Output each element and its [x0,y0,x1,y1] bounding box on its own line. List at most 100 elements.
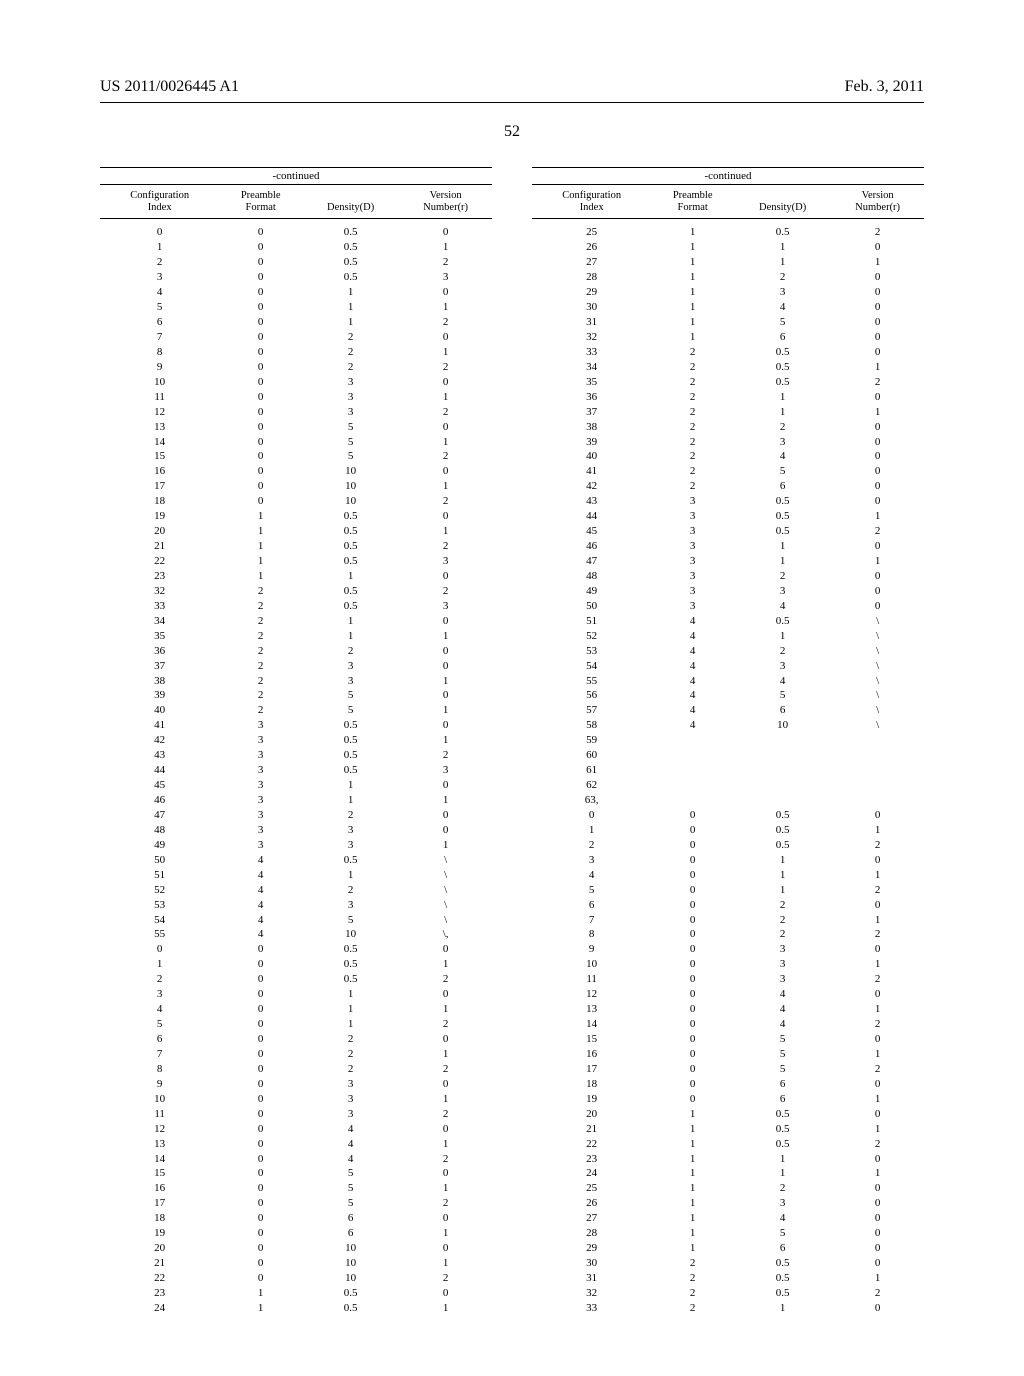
table-row: 48330 [100,823,492,838]
table-cell: 1 [651,241,734,256]
table-row: 23110 [532,1152,924,1167]
right-column: -continued ConfigurationIndex PreambleFo… [532,167,924,1316]
table-cell: 1 [734,405,831,420]
table-cell: 45 [532,525,651,540]
table-cell: 24 [532,1167,651,1182]
table-row: 34210 [100,614,492,629]
table-cell [734,734,831,749]
table-cell: 2 [651,405,734,420]
table-cell: 2 [302,644,399,659]
table-cell: 0 [831,540,924,555]
table-row: 5445\ [100,913,492,928]
table-cell: 0.5 [734,808,831,823]
left-column: -continued ConfigurationIndex PreambleFo… [100,167,492,1316]
table-cell: 0 [399,286,492,301]
table-cell: 0 [831,943,924,958]
table-row: 5342\ [532,644,924,659]
table-cell: 0 [219,241,302,256]
table-cell: 0.5 [302,853,399,868]
table-cell: 1 [302,569,399,584]
table-cell: 2 [399,584,492,599]
table-cell: 1 [651,1137,734,1152]
table-cell: 27 [532,1212,651,1227]
table-cell: 0 [831,1212,924,1227]
table-cell: 3 [302,1077,399,1092]
table-cell: 0 [831,315,924,330]
table-cell: 28 [532,271,651,286]
table-cell: 5 [734,1032,831,1047]
table-row: 300.53 [100,271,492,286]
table-cell: 2 [399,1018,492,1033]
table-cell: 2 [302,1047,399,1062]
table-row: 55410\, [100,928,492,943]
table-cell: 3 [651,540,734,555]
table-cell: 5 [734,689,831,704]
table-cell: 0 [831,1197,924,1212]
table-cell: 9 [100,1077,219,1092]
table-cell: 15 [100,1167,219,1182]
table-cell: 55 [100,928,219,943]
table-row: 10030 [100,375,492,390]
table-cell: 6 [734,480,831,495]
table-cell: 0 [831,853,924,868]
table-cell: 1 [651,301,734,316]
table-cell: 0.5 [734,525,831,540]
table-row: 29160 [532,1242,924,1257]
table-row: 25120 [532,1182,924,1197]
table-cell: 0.5 [302,226,399,241]
table-cell: 0 [831,1301,924,1316]
table-cell: 17 [100,480,219,495]
table-cell: 18 [100,1212,219,1227]
table-cell: 2 [219,659,302,674]
table-cell: 3 [399,554,492,569]
table-cell: 0.5 [302,510,399,525]
table-cell: 2 [831,1018,924,1033]
table-cell: 3 [532,853,651,868]
table-cell: 2 [734,928,831,943]
table-row: 12040 [100,1122,492,1137]
table-row: 47320 [100,808,492,823]
table-cell: 1 [219,1301,302,1316]
table-cell: 0 [219,495,302,510]
table-row: 35211 [100,629,492,644]
table-row: 5012 [100,1018,492,1033]
table-cell: 2 [399,973,492,988]
table-cell [651,779,734,794]
table-cell: 23 [100,569,219,584]
table-row: 17052 [532,1062,924,1077]
table-cell: 0 [219,1018,302,1033]
table-cell: 52 [100,883,219,898]
table-cell: 27 [532,256,651,271]
table-cell: 0 [831,599,924,614]
table-cell: 0 [219,1122,302,1137]
table-cell: 4 [734,674,831,689]
table-cell: 62 [532,779,651,794]
table-cell [651,764,734,779]
table-cell: 2 [651,465,734,480]
table-cell: 50 [532,599,651,614]
table-row: 210101 [100,1257,492,1272]
table-cell: 5 [302,450,399,465]
table-cell [831,734,924,749]
table-cell: 7 [532,913,651,928]
table-cell: 0 [399,375,492,390]
config-table-left: -continued ConfigurationIndex PreambleFo… [100,167,492,1316]
table-cell: 10 [100,375,219,390]
table-cell: 2 [399,405,492,420]
table-row: 4011 [532,868,924,883]
table-row: 50340 [532,599,924,614]
table-cell: 37 [532,405,651,420]
table-cell: 1 [302,779,399,794]
table-cell: 2 [219,644,302,659]
table-cell: 0.5 [302,241,399,256]
table-cell: 6 [734,330,831,345]
table-cell: 54 [100,913,219,928]
table-cell: 0 [831,808,924,823]
table-row: 4230.51 [100,734,492,749]
table-cell: 1 [651,1212,734,1227]
table-cell: 0 [651,973,734,988]
table-cell: 21 [100,1257,219,1272]
table-cell: 11 [100,390,219,405]
table-cell: 0 [399,569,492,584]
table-row: 19061 [532,1092,924,1107]
